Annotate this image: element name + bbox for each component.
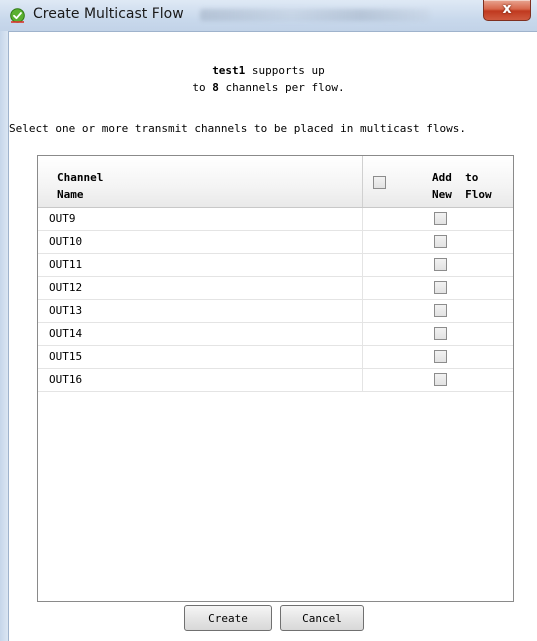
channel-name: OUT13 [49,304,83,317]
channel-limit-info: test1 supports up to 8 channels per flow… [0,62,537,96]
channel-limit: 8 [212,81,219,94]
info-line2-prefix: to [192,81,213,94]
add-to-flow-checkbox[interactable] [434,327,447,340]
add-to-flow-checkbox[interactable] [434,212,447,225]
channel-name: OUT10 [49,235,83,248]
blurred-title-extension [200,9,430,21]
column-header-add-to-new-flow: Add to New Flow [432,169,513,203]
channel-name: OUT15 [49,350,83,363]
channel-table: Channel Name Add to New Flow OUT9 OUT10 O… [37,155,514,602]
column-divider [362,369,363,391]
add-to-flow-checkbox[interactable] [434,281,447,294]
column-divider [362,277,363,299]
instruction-text: Select one or more transmit channels to … [9,122,466,135]
table-row: OUT9 [38,208,513,231]
column-divider [362,346,363,368]
select-all-checkbox[interactable] [373,176,386,189]
window-frame-left [0,31,9,641]
table-row: OUT11 [38,254,513,277]
table-row: OUT15 [38,346,513,369]
table-row: OUT12 [38,277,513,300]
add-to-flow-checkbox[interactable] [434,350,447,363]
info-line2-suffix: channels per flow. [218,81,345,94]
column-divider [362,208,363,230]
channel-name: OUT9 [49,212,76,225]
channel-name: OUT14 [49,327,83,340]
add-to-flow-checkbox[interactable] [434,304,447,317]
channel-name: OUT12 [49,281,83,294]
info-line-1: test1 supports up [0,62,537,79]
table-row: OUT14 [38,323,513,346]
column-divider [362,300,363,322]
add-to-flow-checkbox[interactable] [434,258,447,271]
check-badge-icon [10,8,25,23]
cancel-button[interactable]: Cancel [280,605,364,631]
add-to-flow-checkbox[interactable] [434,235,447,248]
window-title: Create Multicast Flow [33,6,184,22]
table-row: OUT10 [38,231,513,254]
column-header-channel-name: Channel Name [57,171,104,201]
create-button[interactable]: Create [184,605,272,631]
table-row: OUT16 [38,369,513,392]
close-icon: x [502,1,512,17]
add-header-line-2: New Flow [432,188,492,201]
column-divider [362,231,363,253]
close-button[interactable]: x [483,0,531,21]
column-divider [362,156,363,207]
table-header: Channel Name Add to New Flow [38,156,513,208]
add-to-flow-checkbox[interactable] [434,373,447,386]
channel-name: OUT16 [49,373,83,386]
info-line-2: to 8 channels per flow. [0,79,537,96]
table-row: OUT13 [38,300,513,323]
column-divider [362,323,363,345]
channel-name: OUT11 [49,258,83,271]
title-bar: Create Multicast Flow x [0,0,537,32]
add-header-line-1: Add to [432,171,479,184]
device-name: test1 [212,64,246,77]
column-divider [362,254,363,276]
info-line1-suffix: supports up [245,64,325,77]
